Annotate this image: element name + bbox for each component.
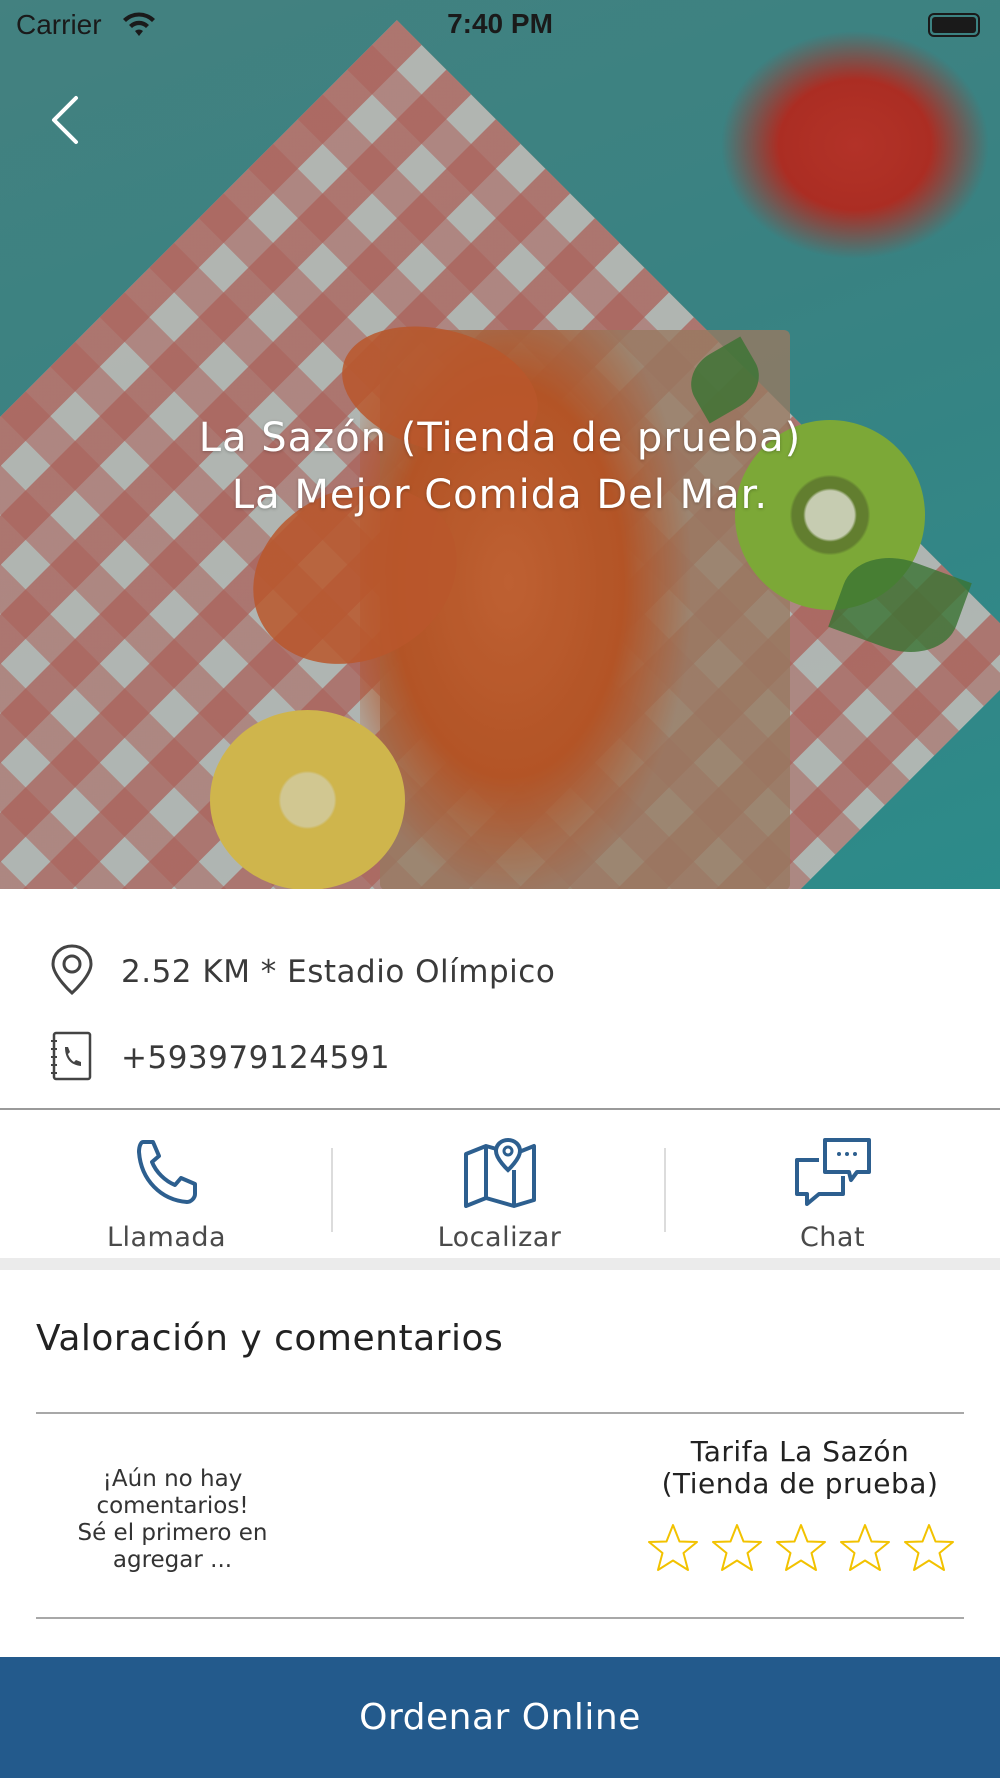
locate-label: Localizar [437, 1222, 562, 1253]
map-pin-icon [462, 1136, 538, 1212]
phone-icon [129, 1136, 205, 1212]
phonebook-icon [48, 1029, 96, 1087]
chat-bubbles-icon [793, 1136, 873, 1212]
section-divider [0, 1258, 1000, 1270]
back-button[interactable] [38, 90, 92, 150]
star-icon[interactable] [838, 1522, 892, 1576]
order-online-button[interactable]: Ordenar Online [0, 1657, 1000, 1778]
chat-label: Chat [799, 1222, 866, 1253]
location-row[interactable]: 2.52 KM * Estadio Olímpico [0, 937, 1000, 1007]
call-button[interactable]: Llamada [0, 1110, 333, 1258]
divider [36, 1617, 964, 1619]
reviews-heading: Valoración y comentarios [36, 1318, 504, 1359]
phone-number[interactable]: +593979124591 [121, 1040, 390, 1076]
star-icon[interactable] [902, 1522, 956, 1576]
star-rating[interactable] [646, 1522, 956, 1578]
store-name: La Sazón (Tienda de prueba) [198, 415, 802, 461]
star-icon[interactable] [710, 1522, 764, 1576]
clock: 7:40 PM [447, 8, 553, 39]
separator [664, 1148, 666, 1232]
status-bar: Carrier 7:40 PM [0, 0, 1000, 50]
location-pin-icon [48, 943, 96, 1001]
hero-banner: Carrier 7:40 PM La Sazón (Tienda de prue… [0, 0, 1000, 889]
divider [36, 1412, 964, 1414]
rate-store-label: Tarifa La Sazón (Tienda de prueba) [661, 1435, 939, 1500]
locate-button[interactable]: Localizar [333, 1110, 666, 1258]
separator [331, 1148, 333, 1232]
phone-row[interactable]: +593979124591 [0, 1023, 1000, 1093]
no-comments-message: ¡Aún no hay comentarios! Sé el primero e… [77, 1466, 268, 1573]
battery-icon [928, 13, 980, 37]
action-bar: Llamada Localizar Chat [0, 1110, 1000, 1258]
chevron-left-icon [52, 96, 78, 144]
call-label: Llamada [106, 1222, 227, 1253]
chat-button[interactable]: Chat [666, 1110, 999, 1258]
star-icon[interactable] [646, 1522, 700, 1576]
store-slogan: La Mejor Comida Del Mar. [231, 472, 769, 518]
star-icon[interactable] [774, 1522, 828, 1576]
location-text: 2.52 KM * Estadio Olímpico [121, 954, 556, 990]
